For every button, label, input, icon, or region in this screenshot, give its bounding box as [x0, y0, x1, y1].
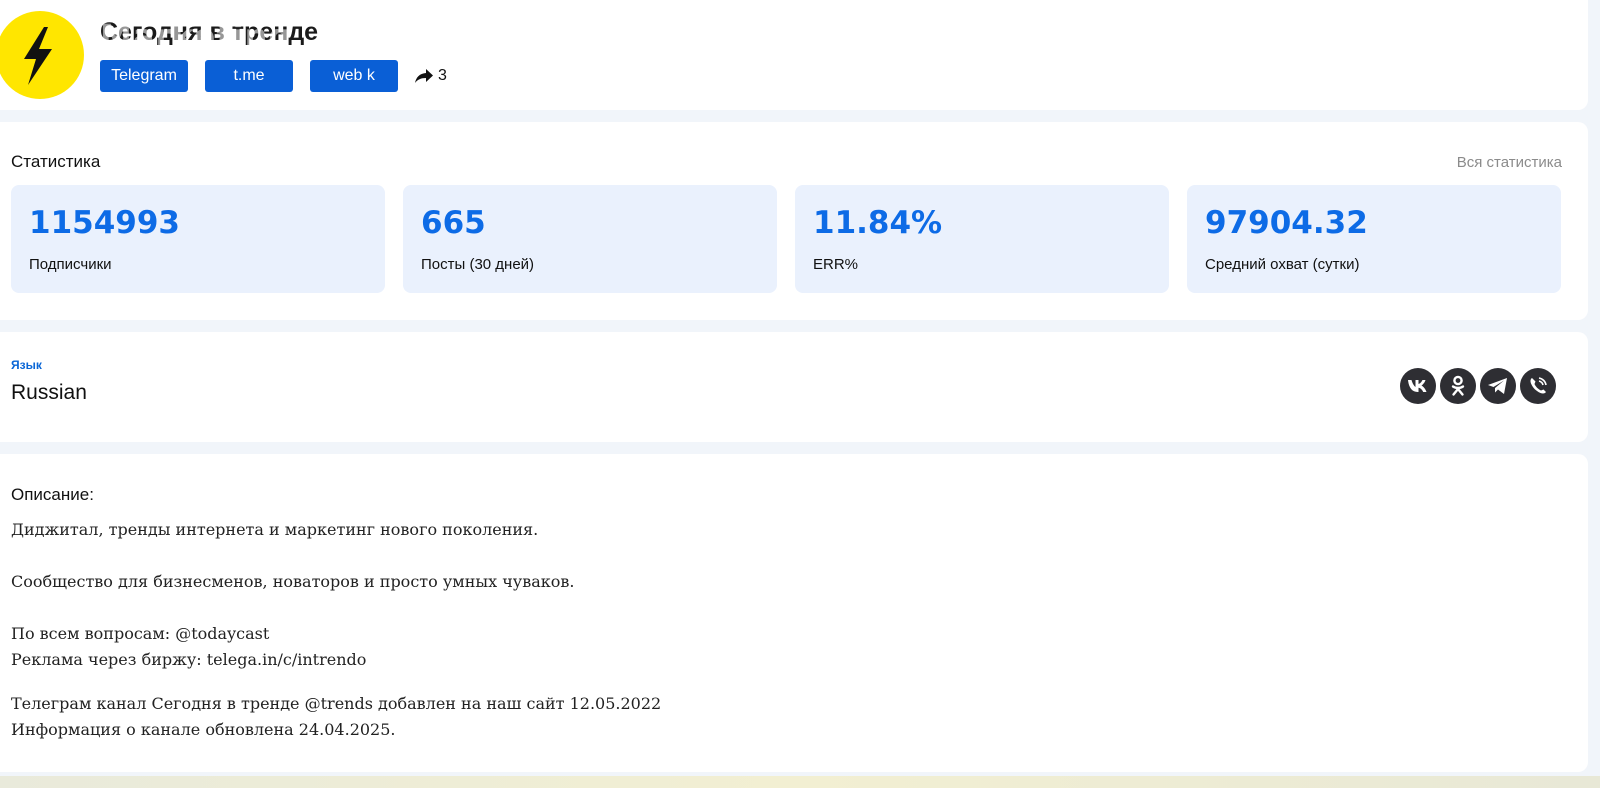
channel-header: Marketing Сегодня в тренде Telegram t.me… [0, 0, 1588, 110]
stat-label: Подписчики [29, 256, 112, 273]
all-statistics-link[interactable]: Вся статистика [1457, 154, 1562, 171]
description-card: Описание: Диджитал, тренды интернета и м… [0, 454, 1588, 772]
share-arrow-icon [415, 69, 433, 83]
viber-icon[interactable] [1520, 368, 1556, 404]
stat-value: 11.84% [813, 205, 943, 241]
social-share-icons [1396, 368, 1556, 404]
stat-label: Посты (30 дней) [421, 256, 535, 273]
language-label: Язык [11, 358, 42, 372]
stat-reach: 97904.32 Средний охват (сутки) [1187, 185, 1561, 293]
stat-label: ERR% [813, 256, 859, 273]
description-line: Сообщество для бизнесменов, новаторов и … [11, 572, 575, 591]
statistics-title: Статистика [11, 152, 101, 171]
stat-posts: 665 Посты (30 дней) [403, 185, 777, 293]
lightning-icon [24, 27, 52, 85]
language-card: Язык Russian [0, 332, 1588, 442]
odnoklassniki-icon[interactable] [1440, 368, 1476, 404]
description-line: Телеграм канал Сегодня в тренде @trends … [11, 694, 662, 713]
stat-subscribers: 1154993 Подписчики [11, 185, 385, 293]
stat-value: 97904.32 [1205, 205, 1368, 241]
description-title-text: Описание [11, 485, 90, 504]
description-line: Диджитал, тренды интернета и маркетинг н… [11, 520, 539, 539]
stat-label: Средний охват (сутки) [1205, 256, 1360, 273]
share-counter[interactable]: 3 [414, 67, 447, 85]
vk-icon[interactable] [1400, 368, 1436, 404]
link-buttons: Telegram t.me web k 3 [100, 60, 447, 92]
language-value: Russian [11, 381, 87, 404]
description-line: По всем вопросам: @todaycast [11, 624, 270, 643]
description-title: Описание: [11, 485, 94, 505]
description-line: Реклама через биржу: telega.in/c/intrend… [11, 650, 367, 669]
telegram-icon[interactable] [1480, 368, 1516, 404]
webk-button[interactable]: web k [310, 60, 398, 92]
telegram-button[interactable]: Telegram [100, 60, 188, 92]
stat-value: 1154993 [29, 205, 180, 241]
statistics-card: Статистика Вся статистика 1154993 Подпис… [0, 122, 1588, 320]
description-line: Информация о канале обновлена 24.04.2025… [11, 720, 396, 739]
stat-value: 665 [421, 205, 486, 241]
title-wrap: Marketing Сегодня в тренде [100, 17, 318, 55]
stat-err: 11.84% ERR% [795, 185, 1169, 293]
description-colon: : [89, 485, 94, 504]
tme-button[interactable]: t.me [205, 60, 293, 92]
bottom-strip [0, 776, 1600, 788]
channel-avatar[interactable] [0, 11, 84, 99]
share-count: 3 [438, 67, 447, 84]
title-ghost: Marketing [100, 17, 293, 55]
